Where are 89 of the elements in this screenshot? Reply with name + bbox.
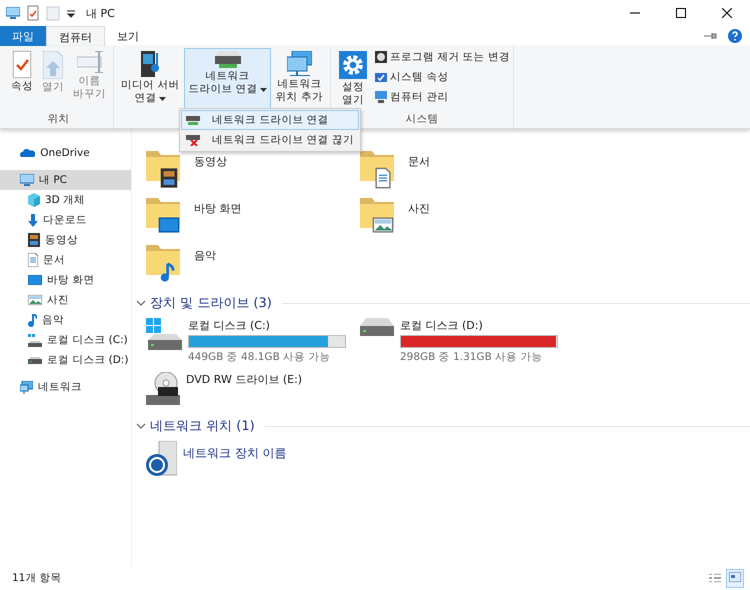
- monitor-icon: [28, 275, 42, 285]
- ribbon-tab[interactable]: 보기: [105, 26, 151, 46]
- menu-item[interactable]: 네트워크 드라이브 연결: [181, 110, 359, 130]
- free-space-text: 298GB 중 1.31GB 사용 가능: [400, 350, 544, 364]
- checklist-icon: [13, 51, 31, 78]
- hard-drive-icon: [360, 318, 394, 336]
- nav-item[interactable]: 내 PC: [0, 170, 131, 190]
- cloud-icon: [20, 148, 36, 158]
- checklist-icon[interactable]: [26, 5, 40, 21]
- ribbon-tab[interactable]: 파일: [0, 26, 46, 46]
- folder-tile[interactable]: 바탕 화면: [146, 198, 360, 235]
- ribbon-button[interactable]: 컴퓨터 관리: [375, 88, 510, 106]
- landscape-icon: [28, 295, 42, 305]
- monitors-icon: [286, 51, 312, 76]
- nav-item[interactable]: 로컬 디스크 (D:): [0, 350, 131, 370]
- free-space-text: 449GB 중 48.1GB 사용 가능: [188, 350, 332, 364]
- drive-icon: [28, 334, 42, 346]
- drive-name: DVD RW 드라이브 (E:): [186, 372, 302, 387]
- computer-icon: [6, 7, 20, 19]
- nav-item[interactable]: 로컬 디스크 (C:): [0, 330, 131, 350]
- group-label: 위치: [48, 112, 70, 126]
- folder-tile[interactable]: 사진: [360, 198, 560, 235]
- nav-item[interactable]: 음악: [0, 310, 131, 330]
- network-device-icon: [146, 441, 177, 476]
- rename-field-icon: [76, 51, 102, 73]
- ribbon-tab[interactable]: 컴퓨터: [46, 26, 105, 47]
- hard-drive-icon: [146, 318, 182, 350]
- help-icon[interactable]: [728, 29, 742, 43]
- nav-item[interactable]: 사진: [0, 290, 131, 310]
- nav-item[interactable]: 네트워크: [0, 377, 131, 397]
- section-title[interactable]: 네트워크 위치 (1): [150, 417, 255, 435]
- drive-icon: [28, 356, 42, 364]
- chevron-down-icon[interactable]: [136, 299, 146, 307]
- media-server-icon: [141, 51, 160, 77]
- folder-name: 음악: [194, 248, 216, 263]
- disc-drive-icon: [146, 372, 180, 405]
- ribbon-button[interactable]: 프로그램 제거 또는 변경: [375, 48, 510, 66]
- drive-tile[interactable]: DVD RW 드라이브 (E:): [146, 372, 360, 405]
- drive-tile[interactable]: 로컬 디스크 (C:) 449GB 중 48.1GB 사용 가능: [146, 318, 360, 364]
- chevron-down-icon[interactable]: [136, 422, 146, 430]
- drive-name: 로컬 디스크 (D:): [400, 318, 484, 333]
- nav-item[interactable]: 바탕 화면: [0, 270, 131, 290]
- folder-tile[interactable]: 문서: [360, 151, 560, 188]
- ribbon-button[interactable]: 미디어 서버 연결: [117, 48, 184, 110]
- music-note-icon: [28, 314, 37, 326]
- pin-icon[interactable]: [704, 31, 718, 41]
- ribbon-button[interactable]: 네트워크 위치 추가: [272, 48, 328, 110]
- down-arrow-icon: [28, 214, 38, 226]
- ribbon-button[interactable]: 네트워크 드라이브 연결: [184, 48, 271, 110]
- menu-item[interactable]: 네트워크 드라이브 연결 끊기: [181, 130, 359, 150]
- folder-name: 동영상: [194, 154, 227, 169]
- drive-icon: [186, 116, 200, 124]
- settings-icon: [338, 51, 368, 79]
- ribbon-button[interactable]: 속성: [7, 48, 37, 110]
- nav-item[interactable]: 동영상: [0, 230, 131, 250]
- drive-tile[interactable]: 로컬 디스크 (D:) 298GB 중 1.31GB 사용 가능: [360, 318, 560, 364]
- film-icon: [158, 167, 180, 189]
- ribbon-button[interactable]: 설정 열기: [334, 48, 372, 110]
- ribbon-button[interactable]: 시스템 속성: [375, 68, 510, 86]
- group-label: 시스템: [406, 112, 439, 126]
- page-arrow-icon: [43, 51, 63, 79]
- item-count: 11개 항목: [12, 571, 62, 585]
- drive-x-icon: [186, 134, 200, 146]
- view-button[interactable]: [726, 568, 744, 588]
- drive-name: 로컬 디스크 (C:): [188, 318, 271, 333]
- drive-icon: [214, 51, 241, 68]
- folder-tile[interactable]: 동영상: [146, 151, 360, 188]
- computer-icon: [20, 174, 34, 186]
- folder-tile[interactable]: 음악: [146, 245, 360, 282]
- nav-item[interactable]: 문서: [0, 250, 131, 270]
- monitor-check-icon: [375, 72, 388, 82]
- network-icon: [20, 380, 33, 394]
- folder-name: 문서: [408, 154, 430, 169]
- disc-box-icon: [375, 51, 388, 63]
- details-view-icon: [709, 574, 721, 582]
- document-icon: [28, 253, 38, 267]
- nav-item[interactable]: 3D 개체: [0, 190, 131, 210]
- window-title: 내 PC: [86, 6, 115, 20]
- film-icon: [28, 233, 40, 247]
- nav-item[interactable]: OneDrive: [0, 143, 131, 163]
- tiles-view-icon: [729, 572, 741, 582]
- folder-name: 사진: [408, 201, 430, 216]
- device-name: 네트워크 장치 이름: [183, 445, 287, 462]
- drive-tile[interactable]: 네트워크 장치 이름: [146, 441, 360, 476]
- section-title[interactable]: 장치 및 드라이브 (3): [150, 294, 272, 312]
- computer-icon: [375, 91, 388, 103]
- cube-icon: [28, 193, 40, 207]
- folder-name: 바탕 화면: [194, 201, 242, 216]
- nav-item[interactable]: 다운로드: [0, 210, 131, 230]
